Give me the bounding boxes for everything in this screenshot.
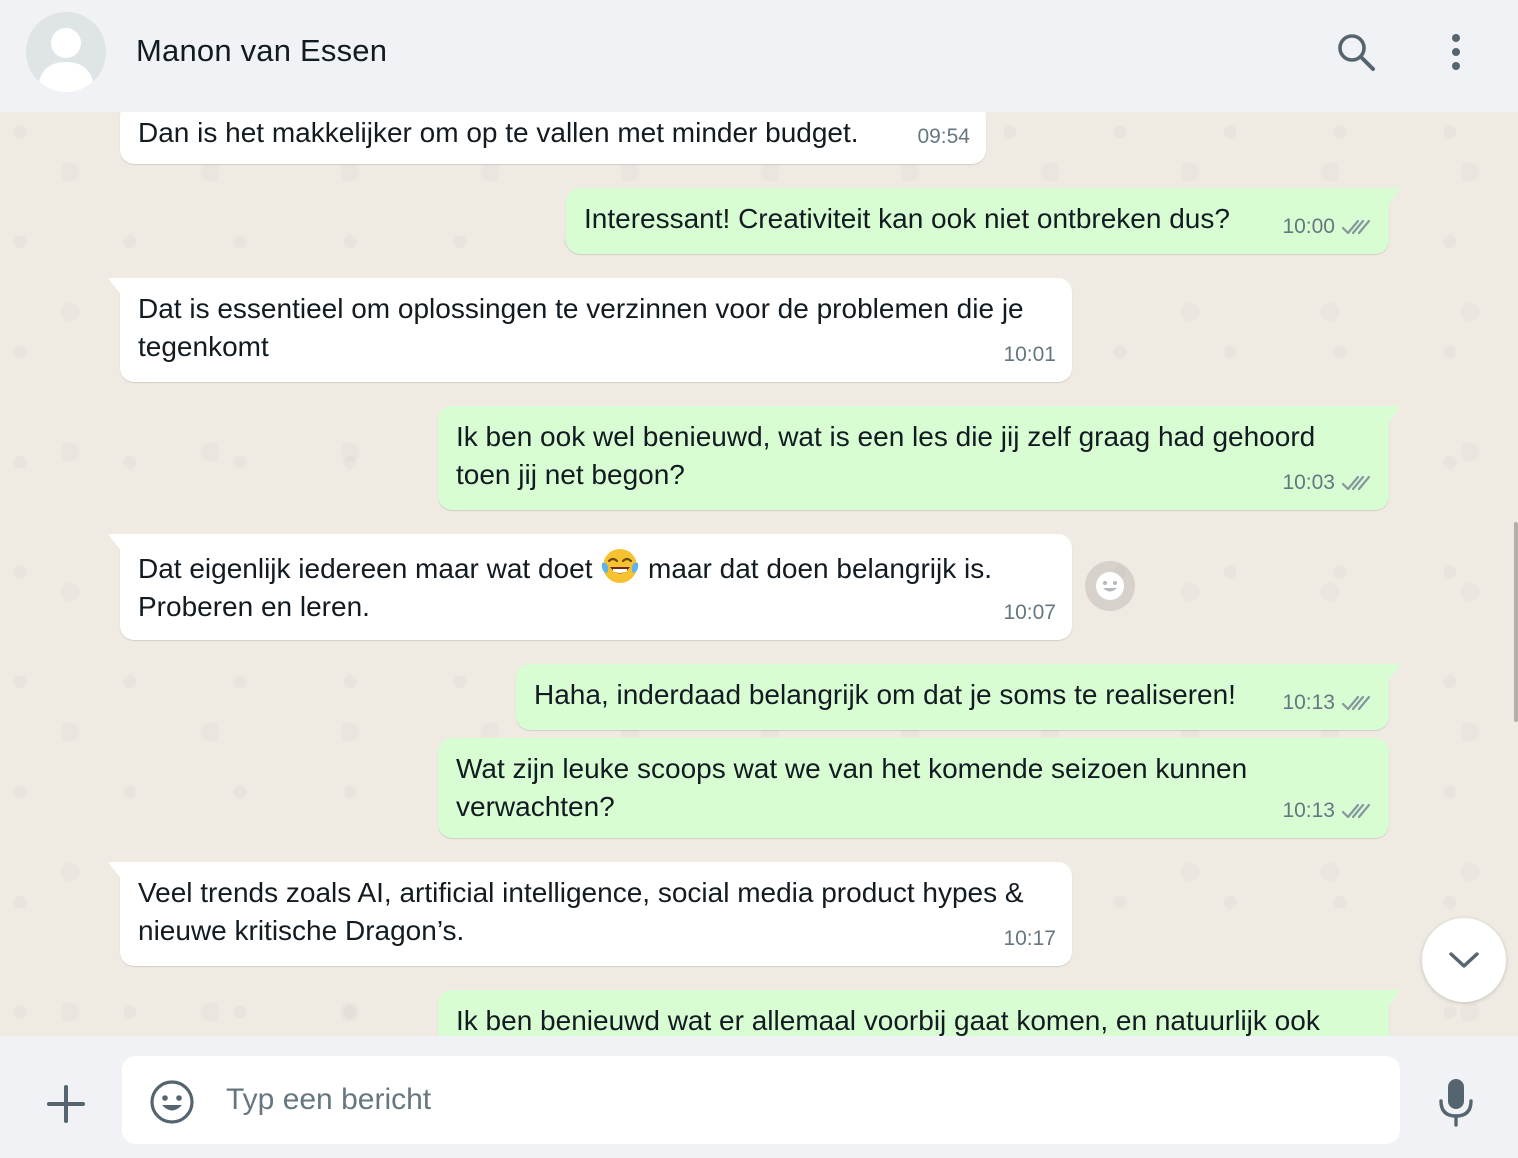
message-meta: 10:13 [1282, 684, 1373, 722]
message-outgoing[interactable]: Haha, inderdaad belangrijk om dat je som… [516, 664, 1401, 730]
chat-header: Manon van Essen [0, 0, 1518, 112]
message-text: Wat zijn leuke scoops wat we van het kom… [456, 753, 1248, 822]
message-time: 10:17 [1003, 927, 1056, 950]
plus-icon [47, 1085, 85, 1123]
tears-of-joy-emoji-icon [602, 549, 639, 583]
search-icon [1338, 34, 1375, 71]
message-meta: 10:13 [1282, 792, 1373, 830]
message-time: 10:13 [1282, 799, 1335, 822]
message-incoming[interactable]: Dat is essentieel om oplossingen te verz… [108, 278, 1072, 382]
message-outgoing[interactable]: Ik ben benieuwd wat er allemaal voorbij … [438, 990, 1401, 1036]
more-vertical-icon [1452, 34, 1460, 70]
bubble-tail [108, 862, 122, 880]
double-check-icon [1341, 219, 1371, 235]
message-incoming[interactable]: Dan is het makkelijker om op te vallen m… [120, 112, 986, 164]
bubble-tail [1387, 990, 1401, 1008]
message-meta: 10:17 [1003, 920, 1056, 958]
react-button[interactable] [1085, 561, 1135, 611]
message-time: 10:13 [1282, 691, 1335, 714]
message-time: 09:54 [917, 125, 970, 148]
message-meta: 10:07 [1003, 594, 1056, 632]
message-text: Ik ben benieuwd wat er allemaal voorbij … [456, 1005, 1320, 1036]
message-time: 10:00 [1282, 215, 1335, 238]
chevron-down-icon [1449, 952, 1479, 968]
avatar-placeholder-icon [26, 12, 106, 92]
message-text: Dat is essentieel om oplossingen te verz… [138, 293, 1024, 362]
double-check-icon [1341, 695, 1371, 711]
message-meta: 10:03 [1282, 464, 1373, 502]
message-text: Dat eigenlijk iedereen maar wat doet [138, 553, 593, 584]
double-check-icon [1341, 803, 1371, 819]
avatar[interactable] [26, 12, 106, 92]
emoji-icon [150, 1080, 194, 1124]
bubble-tail [1387, 188, 1401, 206]
message-text: Ik ben ook wel benieuwd, wat is een les … [456, 421, 1316, 490]
emoji-icon [1096, 572, 1124, 600]
message-outgoing[interactable]: Interessant! Creativiteit kan ook niet o… [566, 188, 1401, 254]
search-button[interactable] [1332, 28, 1380, 76]
message-time: 10:01 [1003, 343, 1056, 366]
bubble-tail [1387, 406, 1401, 424]
message-time: 10:07 [1003, 601, 1056, 624]
message-text: Haha, inderdaad belangrijk om dat je som… [534, 679, 1236, 710]
message-text: Dan is het makkelijker om op te vallen m… [138, 117, 859, 148]
message-input[interactable] [226, 1078, 1376, 1122]
message-meta: 10:01 [1003, 336, 1056, 374]
bubble-tail [108, 278, 122, 296]
message-text: Veel trends zoals AI, artificial intelli… [138, 877, 1024, 946]
message-text: Interessant! Creativiteit kan ook niet o… [584, 203, 1230, 234]
contact-name[interactable]: Manon van Essen [136, 33, 387, 69]
attach-button[interactable] [40, 1078, 92, 1130]
message-meta: 10:00 [1282, 208, 1373, 246]
message-incoming[interactable]: Dat eigenlijk iedereen maar wat doet maa… [108, 534, 1072, 640]
message-meta: 09:54 [917, 118, 970, 156]
menu-button[interactable] [1432, 28, 1480, 76]
microphone-button[interactable] [1430, 1074, 1482, 1130]
emoji-button[interactable] [146, 1076, 198, 1128]
microphone-icon [1439, 1079, 1473, 1127]
message-outgoing[interactable]: Wat zijn leuke scoops wat we van het kom… [438, 738, 1389, 838]
message-time: 10:03 [1282, 471, 1335, 494]
message-list[interactable]: Dan is het makkelijker om op te vallen m… [0, 112, 1518, 1036]
double-check-icon [1341, 475, 1371, 491]
bubble-tail [1387, 664, 1401, 682]
message-outgoing[interactable]: Ik ben ook wel benieuwd, wat is een les … [438, 406, 1401, 510]
bubble-tail [108, 534, 122, 552]
scrollbar[interactable] [1514, 522, 1518, 722]
message-incoming[interactable]: Veel trends zoals AI, artificial intelli… [108, 862, 1072, 966]
scroll-to-bottom-button[interactable] [1422, 918, 1506, 1002]
